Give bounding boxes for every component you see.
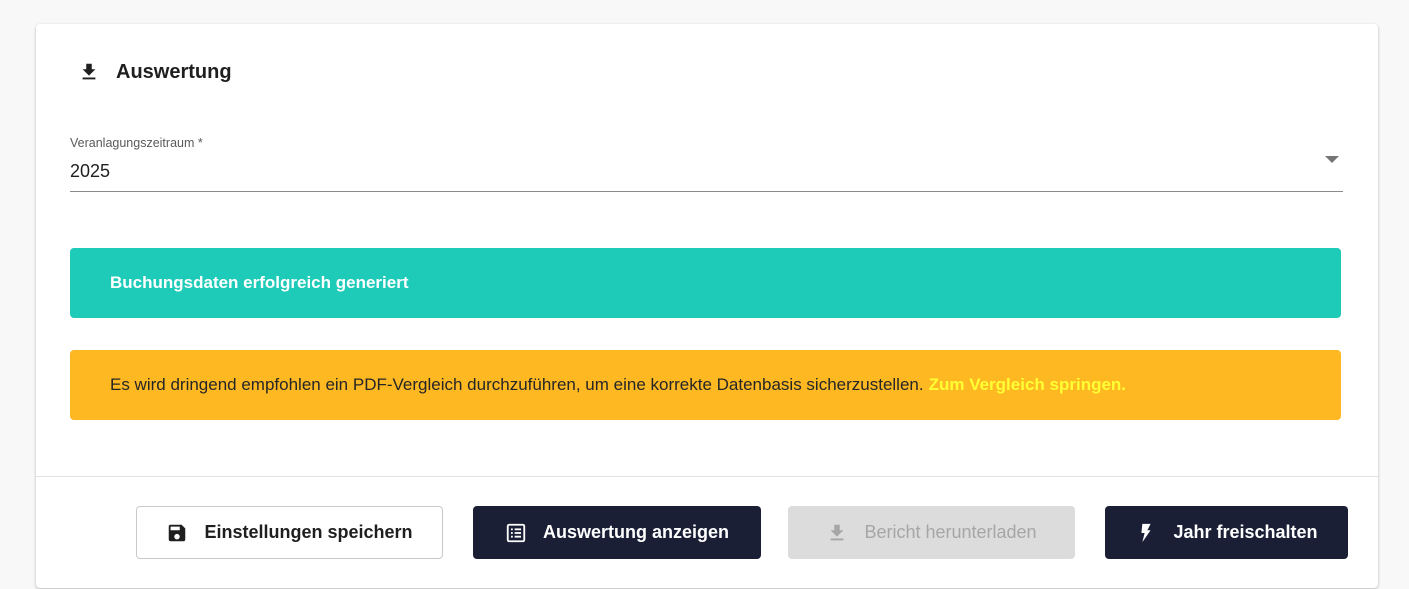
- floppy-disk-icon: [169, 524, 186, 541]
- success-alert: Buchungsdaten erfolgreich generiert: [70, 248, 1341, 318]
- download-report-button[interactable]: Bericht herunterladen: [788, 506, 1075, 559]
- unlock-year-button[interactable]: Jahr freischalten: [1105, 506, 1348, 559]
- period-select-value: 2025: [70, 161, 111, 181]
- download-icon: [831, 524, 844, 540]
- period-select[interactable]: Veranlagungszeitraum * 2025: [70, 132, 1343, 192]
- actions-divider: [36, 476, 1378, 477]
- unlock-year-label: Jahr freischalten: [1173, 522, 1318, 542]
- lightning-icon: [1141, 523, 1152, 542]
- card-header: Auswertung: [78, 56, 232, 88]
- list-icon: [506, 523, 526, 542]
- show-evaluation-label: Auswertung anzeigen: [542, 522, 730, 542]
- show-evaluation-button[interactable]: Auswertung anzeigen: [473, 506, 761, 559]
- evaluation-card: Auswertung Veranlagungszeitraum * 2025 B…: [36, 24, 1378, 588]
- warning-alert: Es wird dringend empfohlen ein PDF-Vergl…: [70, 350, 1341, 420]
- chevron-down-icon[interactable]: [1325, 156, 1339, 163]
- card-title: Auswertung: [116, 60, 232, 83]
- download-icon: [82, 63, 96, 80]
- period-select-label: Veranlagungszeitraum *: [70, 136, 203, 150]
- success-alert-text: Buchungsdaten erfolgreich generiert: [110, 273, 409, 292]
- warning-alert-text: Es wird dringend empfohlen ein PDF-Vergl…: [110, 375, 924, 394]
- save-settings-label: Einstellungen speichern: [204, 522, 413, 542]
- download-report-label: Bericht herunterladen: [864, 522, 1037, 542]
- save-settings-button[interactable]: Einstellungen speichern: [136, 506, 443, 559]
- jump-to-comparison-link[interactable]: Zum Vergleich springen.: [929, 375, 1126, 395]
